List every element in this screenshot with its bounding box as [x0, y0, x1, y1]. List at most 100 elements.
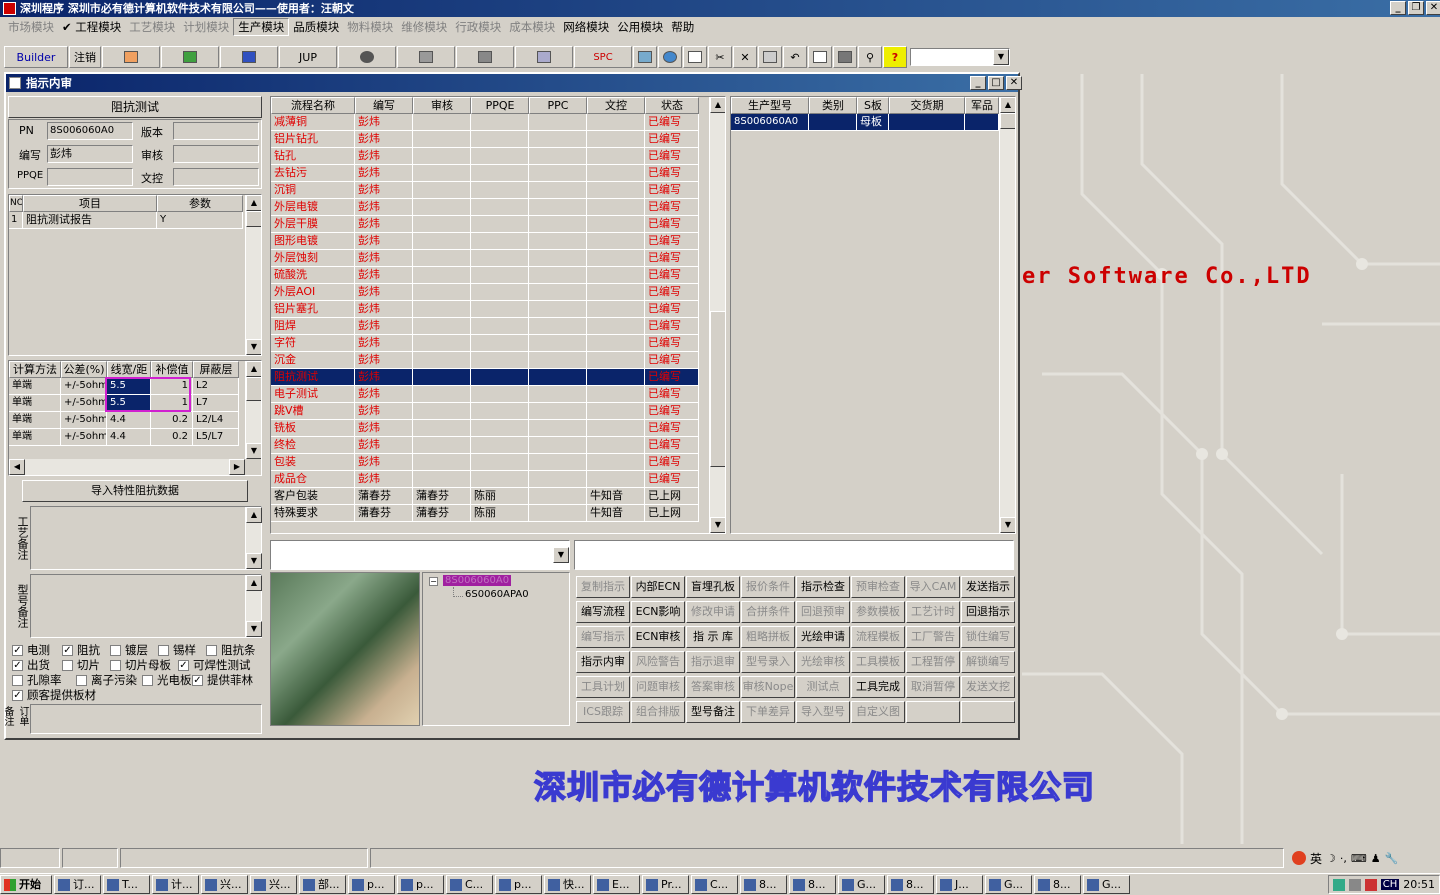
col-param[interactable]: 参数	[157, 195, 243, 212]
action-button-5-1[interactable]: 组合排版	[631, 701, 685, 723]
col-item[interactable]: 项目	[23, 195, 157, 212]
col-process-name[interactable]: 流程名称	[271, 97, 355, 114]
scroll-up-icon[interactable]: ▲	[246, 195, 261, 211]
menu-help[interactable]: 帮助	[667, 19, 698, 35]
menu-quality[interactable]: 品质模块	[289, 19, 343, 35]
chevron-down-icon[interactable]: ▼	[553, 547, 569, 563]
doc-control-field[interactable]	[173, 168, 259, 186]
ime-mode[interactable]: 英	[1310, 850, 1322, 867]
col-tolerance[interactable]: 公差(%)	[61, 361, 107, 378]
table-row[interactable]: 外层蚀刻 彭炜 已编写	[271, 250, 725, 267]
scroll-thumb[interactable]	[710, 311, 725, 467]
checkbox-box[interactable]	[12, 674, 23, 686]
table-row[interactable]: 外层AOI 彭炜 已编写	[271, 284, 725, 301]
ppqe-field[interactable]	[47, 168, 133, 186]
task-button[interactable]: 8...	[789, 875, 836, 894]
action-button-5-0[interactable]: ICS跟踪	[576, 701, 630, 723]
flow-combo[interactable]: ▼	[270, 540, 570, 570]
cell[interactable]: 单端	[9, 378, 61, 395]
action-button-2-5[interactable]: 流程模板	[851, 626, 905, 648]
builder-button[interactable]: Builder	[4, 46, 68, 68]
menu-engineering[interactable]: ✔ 工程模块	[58, 19, 125, 35]
action-button-3-2[interactable]: 指示退审	[686, 651, 740, 673]
model-scrollbar[interactable]: ▲ ▼	[999, 97, 1015, 533]
cell[interactable]: 0.2	[151, 429, 193, 446]
action-button-0-1[interactable]: 内部ECN	[631, 576, 685, 598]
eye-button[interactable]	[338, 46, 396, 68]
checkbox-box[interactable]: ✓	[178, 659, 189, 671]
checkbox-2[interactable]: 镀层	[110, 642, 148, 658]
ie-button[interactable]	[658, 46, 682, 68]
action-button-4-5[interactable]: 工具完成	[851, 676, 905, 698]
checkbox-10[interactable]: 离子污染	[76, 672, 137, 688]
table-row[interactable]: 成品仓 彭炜 已编写	[271, 471, 725, 488]
ime-bar[interactable]: 英 ☽ ·, ⌨ ♟ 🔧	[1286, 848, 1436, 868]
checkbox-3[interactable]: 锡样	[158, 642, 196, 658]
moon-icon[interactable]: ☽	[1326, 852, 1336, 865]
logout-button[interactable]: 注销	[69, 46, 101, 68]
checkbox-6[interactable]: 切片	[62, 657, 100, 673]
word-button[interactable]	[220, 46, 278, 68]
action-button-5-2[interactable]: 型号备注	[686, 701, 740, 723]
action-button-5-4[interactable]: 导入型号	[796, 701, 850, 723]
menu-cost[interactable]: 成本模块	[505, 19, 559, 35]
table-row[interactable]: 电子测试 彭炜 已编写	[271, 386, 725, 403]
database-button[interactable]	[397, 46, 455, 68]
checkbox-box[interactable]	[158, 644, 169, 656]
action-button-2-2[interactable]: 指 示 库	[686, 626, 740, 648]
delete-button[interactable]: ✕	[733, 46, 757, 68]
jup-button[interactable]: JUP	[279, 46, 337, 68]
chevron-down-icon[interactable]: ▼	[993, 49, 1009, 65]
table-row[interactable]: 去钻污 彭炜 已编写	[271, 165, 725, 182]
task-button[interactable]: G...	[1083, 875, 1130, 894]
toolbar-dropdown[interactable]: ▼	[910, 48, 1010, 66]
checkbox-8[interactable]: ✓ 可焊性测试	[178, 657, 251, 673]
excel-button[interactable]	[161, 46, 219, 68]
task-button[interactable]: C...	[446, 875, 493, 894]
action-button-3-7[interactable]: 解锁编写	[961, 651, 1015, 673]
col-shield[interactable]: 屏蔽层	[193, 361, 239, 378]
ppt-button[interactable]	[102, 46, 160, 68]
action-button-4-2[interactable]: 答案审核	[686, 676, 740, 698]
checkbox-4[interactable]: 阻抗条	[206, 642, 256, 658]
cell[interactable]: +/-5ohm	[61, 412, 107, 429]
sogou-icon[interactable]	[1292, 851, 1306, 865]
checkbox-box[interactable]: ✓	[62, 644, 73, 656]
checkbox-9[interactable]: 孔隙率	[12, 672, 62, 688]
action-button-0-4[interactable]: 指示检查	[796, 576, 850, 598]
action-button-5-3[interactable]: 下单差异	[741, 701, 795, 723]
action-button-1-1[interactable]: ECN影响	[631, 601, 685, 623]
undo-button[interactable]: ↶	[783, 46, 807, 68]
action-button-1-5[interactable]: 参数模板	[851, 601, 905, 623]
action-button-4-7[interactable]: 发送文挖	[961, 676, 1015, 698]
menu-common[interactable]: 公用模块	[613, 19, 667, 35]
col-delivery[interactable]: 交货期	[889, 97, 965, 114]
cut-button[interactable]: ✂	[708, 46, 732, 68]
checkbox-box[interactable]: ✓	[12, 644, 23, 656]
preview-button[interactable]	[808, 46, 832, 68]
cell[interactable]: 0.2	[151, 412, 193, 429]
action-button-3-6[interactable]: 工程暂停	[906, 651, 960, 673]
version-field[interactable]	[173, 122, 259, 140]
task-button[interactable]: 兴...	[250, 875, 297, 894]
scroll-thumb[interactable]	[246, 211, 261, 227]
model-note-textarea[interactable]: ▲ ▼	[30, 574, 262, 638]
craft-note-textarea[interactable]: ▲ ▼	[30, 506, 262, 570]
action-button-3-5[interactable]: 工具模板	[851, 651, 905, 673]
task-button[interactable]: p...	[397, 875, 444, 894]
table-row[interactable]: 字符 彭炜 已编写	[271, 335, 725, 352]
cell[interactable]: +/-5ohm	[61, 429, 107, 446]
table-row[interactable]: 单端 +/-5ohm 4.4 0.2 L2/L4	[9, 412, 261, 429]
scroll-left-icon[interactable]: ◀	[9, 459, 25, 475]
action-button-4-1[interactable]: 问题审核	[631, 676, 685, 698]
table-row[interactable]: 硫酸洗 彭炜 已编写	[271, 267, 725, 284]
table-row[interactable]: 沉铜 彭炜 已编写	[271, 182, 725, 199]
spc-button[interactable]: SPC	[574, 46, 632, 68]
action-button-1-3[interactable]: 合拼条件	[741, 601, 795, 623]
task-button[interactable]: p...	[348, 875, 395, 894]
cell[interactable]: 4.4	[107, 429, 151, 446]
child-minimize-icon[interactable]: _	[970, 76, 986, 90]
action-button-4-4[interactable]: 测试点	[796, 676, 850, 698]
action-button-1-4[interactable]: 回退预审	[796, 601, 850, 623]
minimize-icon[interactable]: _	[1390, 1, 1406, 15]
